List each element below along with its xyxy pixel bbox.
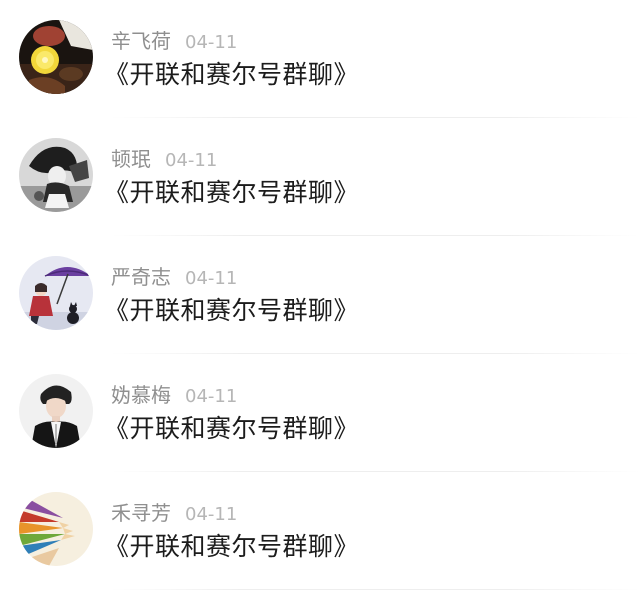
comment-item[interactable]: 辛飞荷 04-11 《开联和赛尔号群聊》 bbox=[0, 0, 640, 118]
comment-item[interactable]: 禾寻芳 04-11 《开联和赛尔号群聊》 bbox=[0, 472, 640, 590]
avatar-lemon-drink-photo[interactable] bbox=[19, 20, 93, 94]
user-name[interactable]: 严奇志 bbox=[111, 265, 171, 289]
timestamp: 04-11 bbox=[185, 386, 238, 407]
comment-text: 《开联和赛尔号群聊》 bbox=[104, 296, 360, 325]
user-name[interactable]: 辛飞荷 bbox=[111, 29, 171, 53]
avatar-boy-portrait-photo[interactable] bbox=[19, 374, 93, 448]
user-name[interactable]: 妫慕梅 bbox=[111, 383, 171, 407]
user-name[interactable]: 禾寻芳 bbox=[111, 501, 171, 525]
comment-text: 《开联和赛尔号群聊》 bbox=[104, 60, 360, 89]
comment-meta: 顿珉 04-11 bbox=[111, 146, 217, 172]
comment-text: 《开联和赛尔号群聊》 bbox=[104, 414, 360, 443]
timestamp: 04-11 bbox=[185, 32, 238, 53]
comment-list: 辛飞荷 04-11 《开联和赛尔号群聊》 顿珉 04-11 《开联和赛尔号群聊》 bbox=[0, 0, 640, 591]
avatar-image bbox=[19, 138, 93, 212]
avatar-monochrome-girl-illustration[interactable] bbox=[19, 138, 93, 212]
comment-meta: 辛飞荷 04-11 bbox=[111, 28, 237, 54]
avatar-image bbox=[19, 20, 93, 94]
comment-item[interactable]: 妫慕梅 04-11 《开联和赛尔号群聊》 bbox=[0, 354, 640, 472]
comment-item[interactable]: 顿珉 04-11 《开联和赛尔号群聊》 bbox=[0, 118, 640, 236]
divider bbox=[111, 589, 640, 590]
avatar-image bbox=[19, 492, 93, 566]
comment-meta: 妫慕梅 04-11 bbox=[111, 382, 237, 408]
timestamp: 04-11 bbox=[185, 504, 238, 525]
avatar-umbrella-girl-cat-illustration[interactable] bbox=[19, 256, 93, 330]
comment-meta: 禾寻芳 04-11 bbox=[111, 500, 237, 526]
avatar-colored-pencils-photo[interactable] bbox=[19, 492, 93, 566]
comment-meta: 严奇志 04-11 bbox=[111, 264, 237, 290]
avatar-image bbox=[19, 256, 93, 330]
timestamp: 04-11 bbox=[185, 268, 238, 289]
timestamp: 04-11 bbox=[165, 150, 218, 171]
comment-text: 《开联和赛尔号群聊》 bbox=[104, 532, 360, 561]
avatar-image bbox=[19, 374, 93, 448]
comment-item[interactable]: 严奇志 04-11 《开联和赛尔号群聊》 bbox=[0, 236, 640, 354]
comment-text: 《开联和赛尔号群聊》 bbox=[104, 178, 360, 207]
user-name[interactable]: 顿珉 bbox=[111, 147, 151, 171]
